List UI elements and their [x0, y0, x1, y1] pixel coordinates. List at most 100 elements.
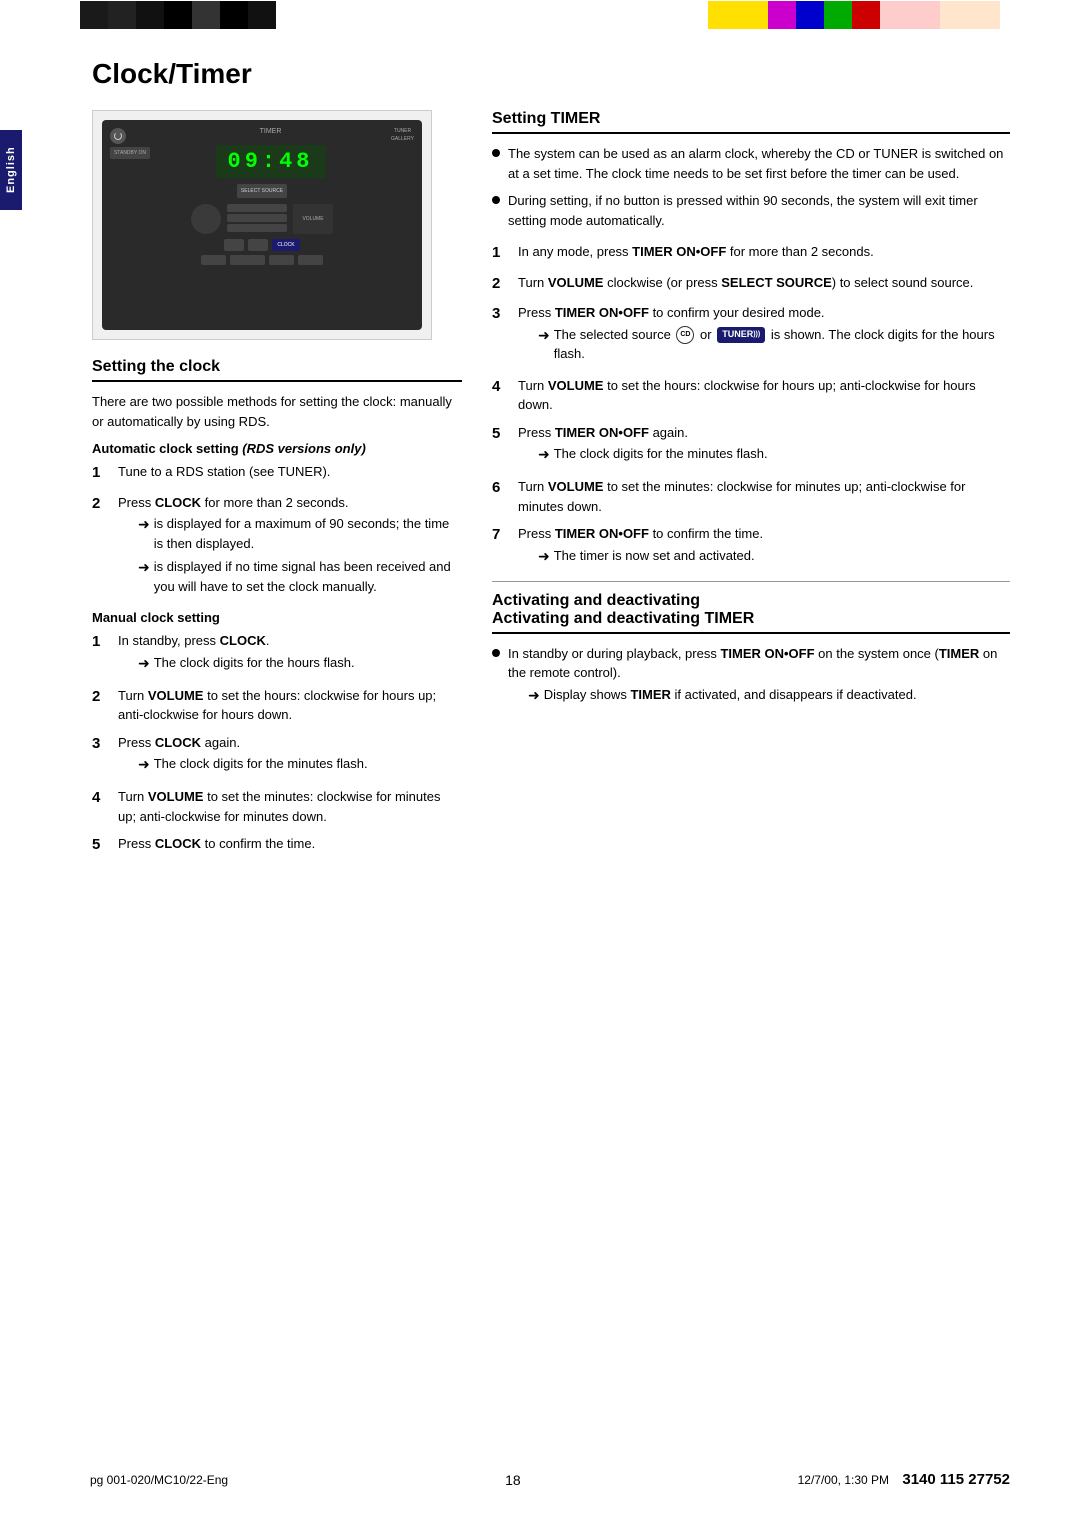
- manual-step-1: 1 In standby, press CLOCK. ➜ The clock d…: [92, 631, 462, 678]
- step-content: Press CLOCK again. ➜ The clock digits fo…: [118, 733, 462, 780]
- standby-label: STANDBY ON: [110, 147, 150, 159]
- activating-bullet-text: In standby or during playback, press TIM…: [508, 644, 1010, 710]
- activating-timer-title: Activating and deactivatingActivating an…: [492, 592, 754, 627]
- page-footer: pg 001-020/MC10/22-Eng 18 12/7/00, 1:30 …: [0, 1471, 1080, 1488]
- arrow-text: The selected source CD or TUNER ))) is s…: [554, 325, 1010, 364]
- step-content: Press TIMER ON•OFF to confirm your desir…: [518, 303, 1010, 368]
- manual-step-4: 4 Turn VOLUME to set the minutes: clockw…: [92, 787, 462, 826]
- activating-timer-bullets: In standby or during playback, press TIM…: [492, 644, 1010, 710]
- arrow-text: The clock digits for the hours flash.: [154, 653, 355, 673]
- setting-timer-header: Setting TIMER: [492, 110, 1010, 134]
- device-inner: STANDBY ON TIMER 09:48 TUNER GALLERY: [102, 120, 422, 330]
- arrow-icon: ➜: [538, 325, 550, 346]
- timer-step-4: 4 Turn VOLUME to set the hours: clockwis…: [492, 376, 1010, 415]
- step-number: 3: [92, 733, 112, 780]
- arrow-item-2: ➜ is displayed if no time signal has bee…: [138, 557, 462, 596]
- bullet-item-1: The system can be used as an alarm clock…: [492, 144, 1010, 183]
- arrow-item: ➜ The clock digits for the hours flash.: [138, 653, 462, 674]
- arrow-text: The clock digits for the minutes flash.: [554, 444, 768, 464]
- arrow-text: is displayed for a maximum of 90 seconds…: [154, 514, 462, 553]
- swatch-red: [852, 1, 880, 29]
- arrow-item-7: ➜ The timer is now set and activated.: [538, 546, 1010, 567]
- auto-step-2: 2 Press CLOCK for more than 2 seconds. ➜…: [92, 493, 462, 601]
- footer-left: pg 001-020/MC10/22-Eng: [90, 1473, 228, 1487]
- arrow-text: is displayed if no time signal has been …: [154, 557, 462, 596]
- bullet-icon: [492, 649, 500, 657]
- device-display: 09:48: [216, 145, 326, 178]
- arrow-item-1: ➜ is displayed for a maximum of 90 secon…: [138, 514, 462, 553]
- swatch-black-4: [164, 1, 192, 29]
- step-content: Tune to a RDS station (see TUNER).: [118, 462, 462, 485]
- timer-step-7: 7 Press TIMER ON•OFF to confirm the time…: [492, 524, 1010, 571]
- auto-steps-list: 1 Tune to a RDS station (see TUNER). 2 P…: [92, 462, 462, 600]
- timer-step-5: 5 Press TIMER ON•OFF again. ➜ The clock …: [492, 423, 1010, 470]
- step-number: 6: [492, 477, 512, 516]
- arrow-item: ➜ The clock digits for the minutes flash…: [138, 754, 462, 775]
- knob-icon: [191, 204, 221, 234]
- step-content: In any mode, press TIMER ON•OFF for more…: [518, 242, 1010, 265]
- arrow-icon: ➜: [138, 557, 150, 578]
- auto-step-1: 1 Tune to a RDS station (see TUNER).: [92, 462, 462, 485]
- timer-step-1: 1 In any mode, press TIMER ON•OFF for mo…: [492, 242, 1010, 265]
- setting-clock-header: Setting the clock: [92, 358, 462, 382]
- arrow-text: The clock digits for the minutes flash.: [154, 754, 368, 774]
- step-number: 2: [92, 686, 112, 725]
- swatch-black-2: [108, 1, 136, 29]
- swatch-black-7: [248, 1, 276, 29]
- timer-step-6: 6 Turn VOLUME to set the minutes: clockw…: [492, 477, 1010, 516]
- two-column-layout: STANDBY ON TIMER 09:48 TUNER GALLERY: [92, 110, 1010, 865]
- playback-buttons: CLOCK: [224, 239, 300, 251]
- arrow-item-activate: ➜ Display shows TIMER if activated, and …: [528, 685, 1010, 706]
- footer-date: 12/7/00, 1:30 PM: [798, 1473, 889, 1487]
- step-content: Turn VOLUME to set the hours: clockwise …: [518, 376, 1010, 415]
- arrow-icon: ➜: [138, 514, 150, 535]
- step-number: 5: [92, 834, 112, 857]
- step-number: 3: [492, 303, 512, 368]
- auto-clock-header: Automatic clock setting (RDS versions on…: [92, 441, 462, 456]
- swatch-black-3: [136, 1, 164, 29]
- swatch-blue: [796, 1, 824, 29]
- swatch-green: [824, 1, 852, 29]
- left-column: STANDBY ON TIMER 09:48 TUNER GALLERY: [92, 110, 462, 865]
- section-divider: [492, 581, 1010, 582]
- step-content: Press TIMER ON•OFF to confirm the time. …: [518, 524, 1010, 571]
- footer-product-number: 3140 115 27752: [902, 1471, 1010, 1488]
- timer-steps-list: 1 In any mode, press TIMER ON•OFF for mo…: [492, 242, 1010, 571]
- top-bar-right: [540, 0, 1080, 28]
- page-title: Clock/Timer: [92, 58, 1010, 90]
- device-image: STANDBY ON TIMER 09:48 TUNER GALLERY: [92, 110, 432, 340]
- manual-clock-title: Manual clock setting: [92, 610, 220, 625]
- manual-clock-header: Manual clock setting: [92, 610, 462, 625]
- arrow-icon: ➜: [528, 685, 540, 706]
- bullet-icon: [492, 196, 500, 204]
- step-content: Press TIMER ON•OFF again. ➜ The clock di…: [518, 423, 1010, 470]
- step-number: 1: [92, 631, 112, 678]
- bullet-text-2: During setting, if no button is pressed …: [508, 191, 1010, 230]
- timer-step-2: 2 Turn VOLUME clockwise (or press SELECT…: [492, 273, 1010, 296]
- setting-clock-intro: There are two possible methods for setti…: [92, 392, 462, 431]
- arrow-item-3: ➜ The selected source CD or TUNER ))) is…: [538, 325, 1010, 364]
- step-content: Turn VOLUME to set the hours: clockwise …: [118, 686, 462, 725]
- left-swatches: [80, 1, 276, 27]
- step-content: Turn VOLUME to set the minutes: clockwis…: [118, 787, 462, 826]
- select-source-btn-area: SELECT SOURCE: [237, 184, 287, 198]
- swatch-magenta: [768, 1, 796, 29]
- step-number: 4: [92, 787, 112, 826]
- step-content: In standby, press CLOCK. ➜ The clock dig…: [118, 631, 462, 678]
- swatch-yellow: [708, 1, 768, 29]
- arrow-icon: ➜: [138, 754, 150, 775]
- arrow-text: Display shows TIMER if activated, and di…: [544, 685, 917, 705]
- swatch-light-pink: [880, 1, 940, 29]
- device-controls-row: VOLUME: [110, 204, 414, 234]
- arrow-icon: ➜: [538, 546, 550, 567]
- arrow-text: The timer is now set and activated.: [554, 546, 755, 566]
- secondary-buttons: [201, 255, 323, 265]
- cd-icon: CD: [676, 326, 694, 344]
- swatch-peach: [940, 1, 1000, 29]
- top-bar-left: [0, 0, 540, 28]
- manual-steps-list: 1 In standby, press CLOCK. ➜ The clock d…: [92, 631, 462, 857]
- english-tab: English: [0, 130, 22, 210]
- step-number: 2: [492, 273, 512, 296]
- step-content: Turn VOLUME to set the minutes: clockwis…: [518, 477, 1010, 516]
- arrow-icon: ➜: [538, 444, 550, 465]
